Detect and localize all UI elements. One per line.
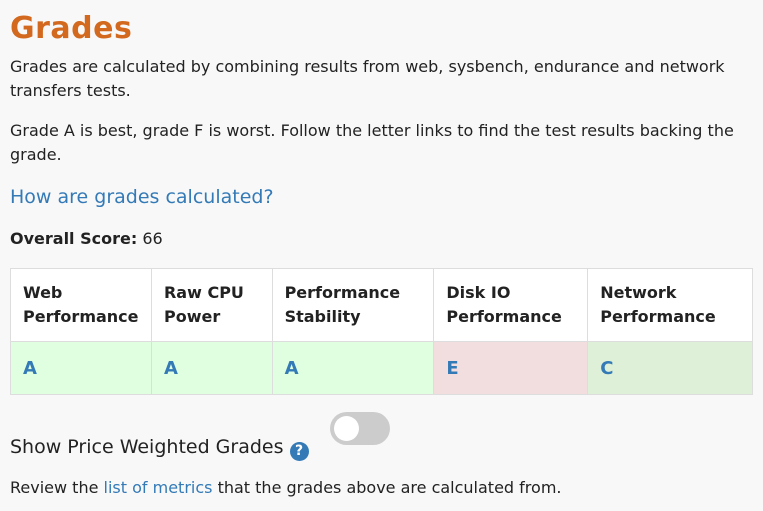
grade-cell-stability: A [271,341,435,395]
price-weighted-label-row: Show Price Weighted Grades? [10,434,309,461]
grade-cell-web: A [10,341,152,395]
grade-link-stability[interactable]: A [285,358,299,379]
grade-link-cpu[interactable]: A [164,358,178,379]
header-raw-cpu-power: Raw CPU Power [150,268,273,342]
list-of-metrics-link[interactable]: list of metrics [104,478,213,497]
header-network-performance: Network Performance [587,268,753,342]
grade-link-network[interactable]: C [600,358,613,379]
grade-explanation-text: Grade A is best, grade F is worst. Follo… [10,121,734,164]
page-title: Grades [10,11,133,46]
how-grades-calculated-link[interactable]: How are grades calculated? [10,184,274,210]
header-disk-io-performance: Disk IO Performance [433,268,589,342]
grade-cell-cpu: A [150,341,273,395]
header-web-performance: Web Performance [10,268,152,342]
grade-link-disk-io[interactable]: E [446,358,458,379]
price-weighted-toggle[interactable] [330,412,390,445]
grade-cell-disk-io: E [433,341,589,395]
grades-row: A A A E C [10,341,753,395]
review-prefix: Review the [10,478,99,497]
grade-link-web[interactable]: A [23,358,37,379]
grades-header-row: Web Performance Raw CPU Power Performanc… [10,268,753,342]
overall-score-label: Overall Score: [10,229,138,248]
overall-score: Overall Score: 66 [10,227,163,251]
price-weighted-label: Show Price Weighted Grades [10,436,284,458]
question-circle-icon[interactable]: ? [289,442,309,461]
intro-text: Grades are calculated by combining resul… [10,57,725,100]
overall-score-value: 66 [142,229,163,248]
header-performance-stability: Performance Stability [271,268,435,342]
toggle-knob [334,416,359,441]
grades-table: Web Performance Raw CPU Power Performanc… [10,268,753,395]
grade-cell-network: C [587,341,753,395]
review-text: Review the list of metrics that the grad… [10,476,561,500]
review-suffix: that the grades above are calculated fro… [217,478,562,497]
